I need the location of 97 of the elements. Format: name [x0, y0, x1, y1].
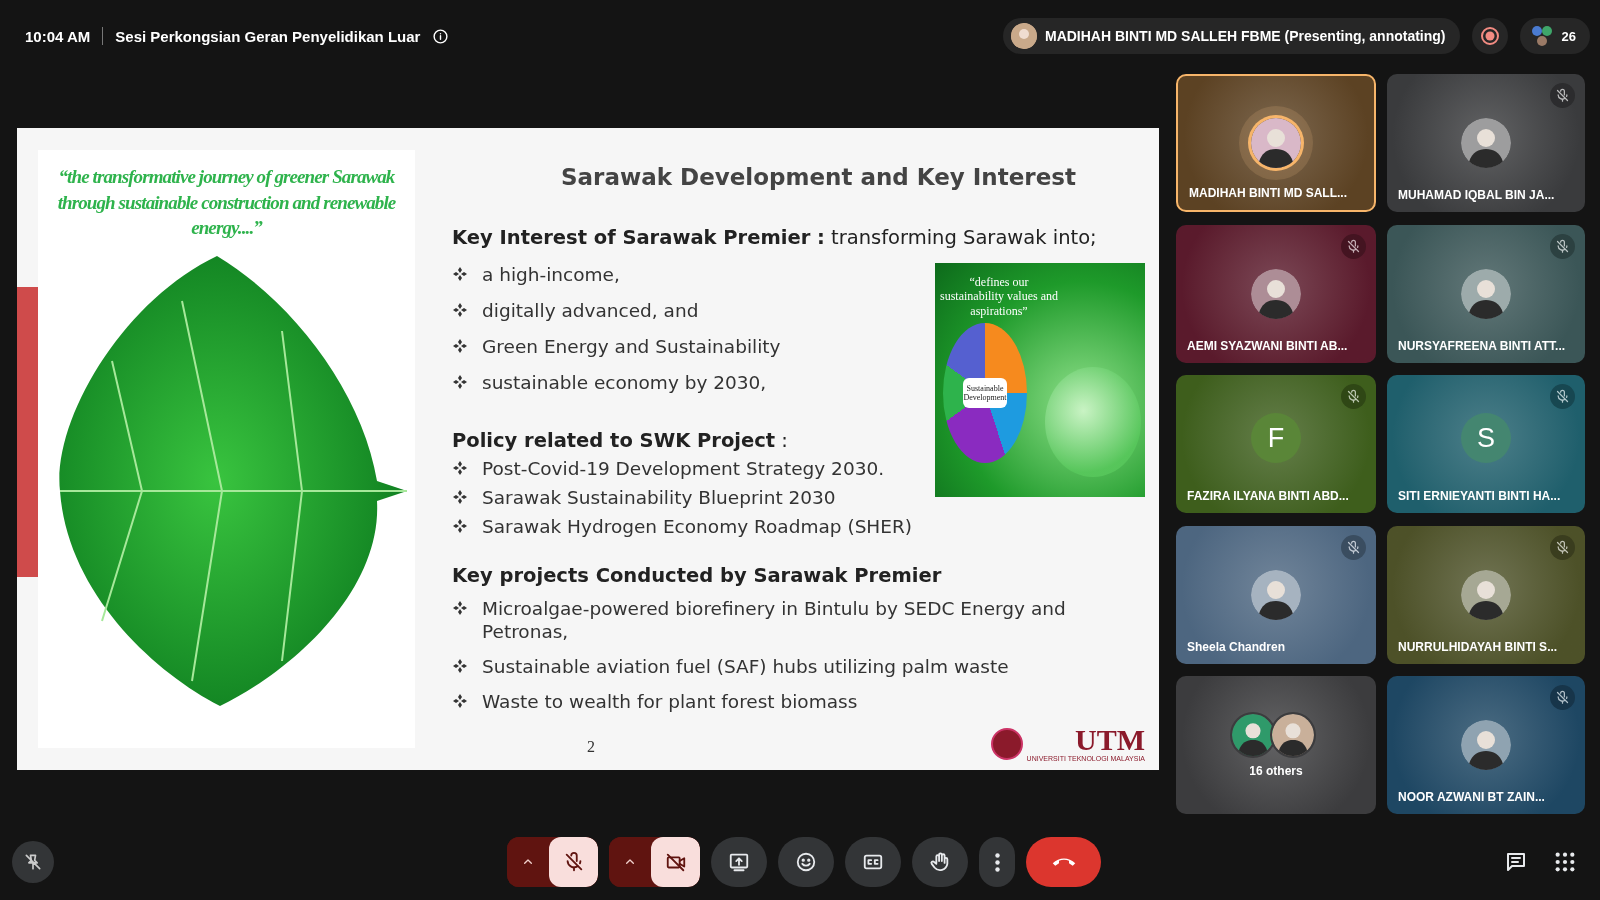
recording-button[interactable] — [1471, 18, 1508, 54]
logo-seal-icon — [990, 727, 1023, 760]
bullet-text: Waste to wealth for plant forest biomass — [482, 690, 858, 714]
slide-title: Sarawak Development and Key Interest — [560, 164, 1077, 190]
participant-name: 16 others — [1249, 764, 1303, 778]
bullet-text: Post-Covid-19 Development Strategy 2030. — [482, 456, 885, 480]
participant-tile[interactable]: F FAZIRA ILYANA BINTI ABD... — [1176, 375, 1376, 513]
reactions-button[interactable] — [778, 837, 834, 887]
participant-name: AEMI SYAZWANI BINTI AB... — [1187, 338, 1348, 353]
mic-off-icon — [1555, 690, 1570, 705]
avatar-photo — [1461, 720, 1511, 770]
bullet-icon — [452, 338, 468, 355]
mic-off-icon — [1555, 88, 1570, 103]
camera-button[interactable] — [651, 837, 700, 887]
participant-tile[interactable]: Sheela Chandren — [1176, 525, 1376, 664]
meeting-title: Sesi Perkongsian Geran Penyelidikan Luar — [115, 27, 421, 45]
bullet-text: sustainable economy by 2030, — [482, 371, 767, 395]
presenter-chip[interactable]: MADIHAH BINTI MD SALLEH FBME (Presenting, annotating) — [1003, 18, 1460, 54]
captions-button[interactable] — [845, 837, 901, 887]
picture-caption: “defines our sustainability values and aspirations” — [939, 275, 1059, 319]
participant-name: NURRULHIDAYAH BINTI S... — [1398, 639, 1558, 654]
bullet-text: Sustainable aviation fuel (SAF) hubs utilizing palm waste — [482, 655, 1009, 679]
more-options-button[interactable] — [979, 837, 1015, 887]
more-vertical-icon — [994, 852, 1000, 872]
raise-hand-button[interactable] — [912, 837, 968, 887]
present-button[interactable] — [711, 837, 767, 887]
participant-tile[interactable]: NOOR AZWANI BT ZAIN... — [1387, 676, 1585, 814]
participant-tile[interactable]: AEMI SYAZWANI BINTI AB... — [1176, 224, 1376, 363]
participant-name: MUHAMAD IQBAL BIN JA... — [1398, 188, 1555, 202]
wheel-label: Sustainable Development — [963, 378, 1007, 408]
bullet-icon — [452, 517, 468, 534]
mic-off-icon — [1555, 389, 1570, 404]
chat-button[interactable] — [1504, 850, 1528, 874]
participant-name: MADIHAH BINTI MD SALL... — [1189, 186, 1347, 200]
bullet-icon — [452, 488, 468, 505]
screen-upload-icon — [728, 851, 750, 873]
participants-button[interactable]: 26 — [1519, 18, 1590, 54]
bullet-icon — [452, 266, 468, 282]
participant-tile[interactable]: NURSYAFREENA BINTI ATT... — [1387, 224, 1585, 363]
phone-hangup-icon — [1051, 857, 1076, 867]
unpin-button[interactable] — [12, 841, 54, 883]
mic-off-icon — [1346, 389, 1361, 404]
grid-icon — [1554, 851, 1576, 873]
people-avatars-icon — [1529, 24, 1554, 48]
bullet-text: a high-income, — [482, 263, 620, 287]
mic-off-icon — [1346, 539, 1361, 555]
record-icon — [1480, 27, 1499, 45]
logo-wordmark: UTM — [1075, 725, 1145, 755]
bullet-text: Sarawak Sustainability Blueprint 2030 — [482, 485, 836, 509]
bullet-icon — [452, 374, 468, 391]
page-number: 2 — [587, 738, 595, 756]
section-heading: Key projects Conducted by Sarawak Premier — [452, 563, 942, 587]
clock-time: 10:04 AM — [25, 27, 91, 45]
camera-off-icon — [664, 851, 687, 873]
bullet-icon — [452, 459, 468, 476]
avatar-photo — [1251, 268, 1301, 319]
participant-tile[interactable]: NURRULHIDAYAH BINTI S... — [1387, 525, 1585, 664]
bullet-icon — [452, 302, 468, 319]
avatar-photo — [1270, 712, 1316, 758]
avatar-initial: S — [1461, 413, 1511, 463]
microphone-button[interactable] — [549, 837, 598, 887]
bullet-icon — [452, 693, 468, 710]
bullet-text: Sarawak Hydrogen Economy Roadmap (SHER) — [482, 514, 913, 538]
section-heading: Key Interest of Sarawak Premier : transforming Sarawak into; — [452, 226, 1097, 249]
bullet-text: Green Energy and Sustainability — [482, 335, 781, 359]
leave-call-button[interactable] — [1026, 837, 1101, 887]
apps-button[interactable] — [1554, 851, 1576, 873]
section-heading: Policy related to SWK Project : — [452, 428, 788, 452]
pin-off-icon — [23, 852, 43, 872]
mic-off-icon — [1555, 238, 1570, 254]
participant-tile[interactable]: 16 others — [1176, 676, 1376, 814]
bullet-text: Microalgae-powered biorefinery in Bintulu by SEDC Energy and Petronas, — [482, 596, 1067, 644]
avatar-photo — [1461, 118, 1511, 168]
bullet-icon — [452, 599, 468, 616]
smiley-icon — [795, 851, 817, 873]
mic-off-icon — [1346, 238, 1361, 254]
avatar-photo — [1461, 268, 1511, 319]
bullet-text: digitally advanced, and — [482, 299, 699, 323]
avatar-photo — [1461, 569, 1511, 620]
avatar-photo — [1011, 23, 1037, 49]
chat-icon — [1504, 850, 1528, 874]
participant-tile[interactable]: MUHAMAD IQBAL BIN JA... — [1387, 74, 1585, 212]
participant-name: NOOR AZWANI BT ZAIN... — [1398, 790, 1545, 804]
participant-tile[interactable]: S SITI ERNIEYANTI BINTI HA... — [1387, 375, 1585, 513]
participant-name: SITI ERNIEYANTI BINTI HA... — [1398, 489, 1561, 503]
avatar-initial: F — [1251, 413, 1301, 463]
hand-icon — [929, 851, 951, 873]
participant-tile[interactable]: MADIHAH BINTI MD SALL... — [1176, 74, 1376, 212]
mic-off-icon — [1555, 539, 1570, 555]
slide-quote: “the transformative journey of greener Sarawak through sustainable construction and renewable energy....” — [56, 165, 397, 241]
participant-name: Sheela Chandren — [1187, 639, 1286, 654]
bullet-icon — [452, 658, 468, 675]
avatar-photo — [1251, 118, 1301, 168]
participant-name: NURSYAFREENA BINTI ATT... — [1398, 338, 1566, 353]
avatar-photo — [1251, 569, 1301, 620]
info-icon — [432, 27, 450, 45]
participant-name: FAZIRA ILYANA BINTI ABD... — [1187, 489, 1349, 503]
